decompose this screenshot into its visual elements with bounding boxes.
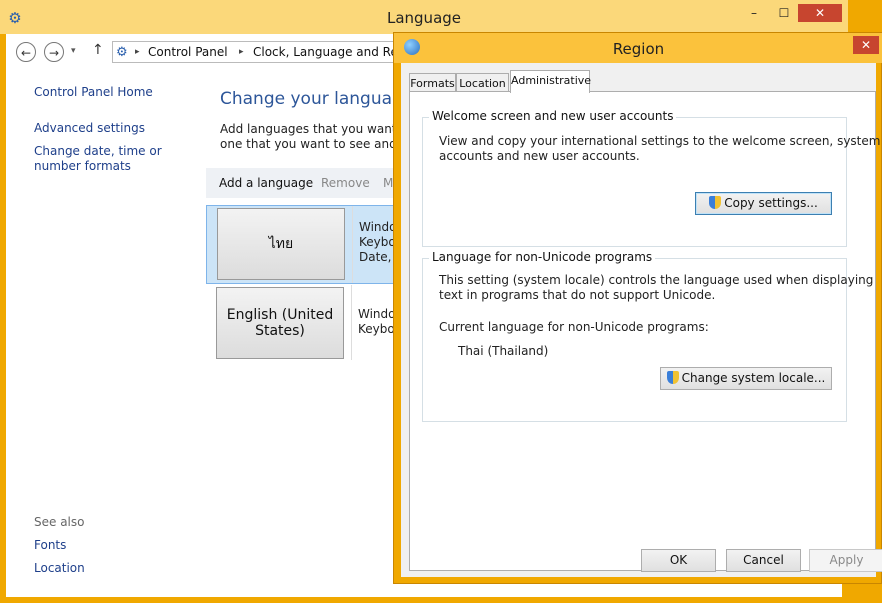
non-unicode-group-text: This setting (system locale) controls th…	[439, 273, 874, 287]
ok-button[interactable]: OK	[641, 549, 716, 572]
minimize-button[interactable]: –	[740, 4, 768, 22]
copy-settings-label: Copy settings...	[724, 196, 818, 210]
language-info-line: Keybo	[359, 235, 396, 249]
language-tile-thai[interactable]: ไทย	[217, 208, 345, 280]
breadcrumb-control-panel[interactable]: Control Panel	[148, 42, 228, 62]
cancel-button[interactable]: Cancel	[726, 549, 801, 572]
tab-formats[interactable]: Formats	[409, 73, 456, 92]
page-description: Add languages that you want to u one tha…	[220, 122, 400, 152]
see-also-label: See also	[34, 515, 85, 529]
current-locale-label: Current language for non-Unicode program…	[439, 320, 709, 334]
copy-settings-button[interactable]: Copy settings...	[695, 192, 832, 215]
row-divider	[351, 285, 352, 360]
tab-location[interactable]: Location	[456, 73, 509, 92]
region-dialog-title: Region	[612, 40, 665, 58]
change-system-locale-button[interactable]: Change system locale...	[660, 367, 832, 390]
sidebar-link-advanced-settings[interactable]: Advanced settings	[34, 121, 145, 135]
remove-language-button[interactable]: Remove	[321, 176, 370, 190]
language-title-bar[interactable]: ⚙ Language – ☐ ✕	[0, 0, 848, 34]
row-divider	[352, 206, 353, 283]
up-arrow-icon[interactable]: ↑	[92, 42, 104, 58]
language-info-line: Keybo	[358, 322, 395, 336]
sidebar-link-fonts[interactable]: Fonts	[34, 538, 66, 552]
region-title-bar[interactable]: Region ✕	[394, 33, 882, 63]
language-row-english[interactable]: English (United States) Windo Keybo	[206, 285, 406, 360]
language-info-line: Windo	[359, 220, 397, 234]
region-client-area: Formats Location Administrative Welcome …	[401, 63, 882, 577]
welcome-screen-group: Welcome screen and new user accounts Vie…	[422, 109, 880, 247]
welcome-group-text: accounts and new user accounts.	[439, 149, 640, 163]
welcome-group-title: Welcome screen and new user accounts	[429, 109, 677, 123]
move-language-button[interactable]: M	[383, 176, 393, 190]
language-row-thai[interactable]: ไทย Windo Keybo Date, ti	[206, 205, 406, 284]
region-close-button[interactable]: ✕	[853, 36, 879, 54]
breadcrumb-separator-icon[interactable]: ▸	[239, 42, 244, 62]
breadcrumb-separator-icon[interactable]: ▸	[135, 42, 140, 62]
add-language-button[interactable]: Add a language	[219, 176, 313, 190]
recent-locations-chevron-icon[interactable]: ▾	[71, 46, 76, 56]
language-window-title: Language	[386, 9, 462, 27]
welcome-group-text: View and copy your international setting…	[439, 134, 881, 148]
uac-shield-icon	[709, 196, 722, 209]
change-system-locale-label: Change system locale...	[681, 371, 826, 385]
page-description-line: one that you want to see and use	[220, 137, 400, 151]
back-arrow-icon[interactable]: ←	[16, 42, 36, 62]
current-locale-value: Thai (Thailand)	[458, 344, 549, 358]
language-tile-english[interactable]: English (United States)	[216, 287, 344, 359]
administrative-tab-panel: Welcome screen and new user accounts Vie…	[409, 91, 880, 571]
language-info-line: Windo	[358, 307, 396, 321]
tab-administrative[interactable]: Administrative	[510, 70, 591, 93]
breadcrumb-clock-language-region[interactable]: Clock, Language and Region	[253, 42, 411, 62]
page-description-line: Add languages that you want to u	[220, 122, 400, 136]
sidebar-link-location[interactable]: Location	[34, 561, 85, 575]
sidebar-link-control-panel-home[interactable]: Control Panel Home	[34, 85, 153, 99]
non-unicode-group-text: text in programs that do not support Uni…	[439, 288, 716, 302]
forward-arrow-icon[interactable]: →	[44, 42, 64, 62]
close-button[interactable]: ✕	[798, 4, 842, 22]
region-dialog: Region ✕ Formats Location Administrative…	[393, 32, 882, 584]
address-bar[interactable]: ⚙ ▸ Control Panel ▸ Clock, Language and …	[112, 41, 412, 63]
sidebar-link-date-formats[interactable]: Change date, time or number formats	[34, 144, 204, 174]
uac-shield-icon	[666, 371, 679, 384]
non-unicode-group-title: Language for non-Unicode programs	[429, 250, 656, 264]
maximize-button[interactable]: ☐	[770, 4, 798, 22]
language-toolbar: Add a language Remove M	[206, 168, 406, 198]
non-unicode-group: Language for non-Unicode programs This s…	[422, 250, 873, 422]
control-panel-icon: ⚙	[116, 45, 128, 60]
apply-button[interactable]: Apply	[809, 549, 882, 572]
